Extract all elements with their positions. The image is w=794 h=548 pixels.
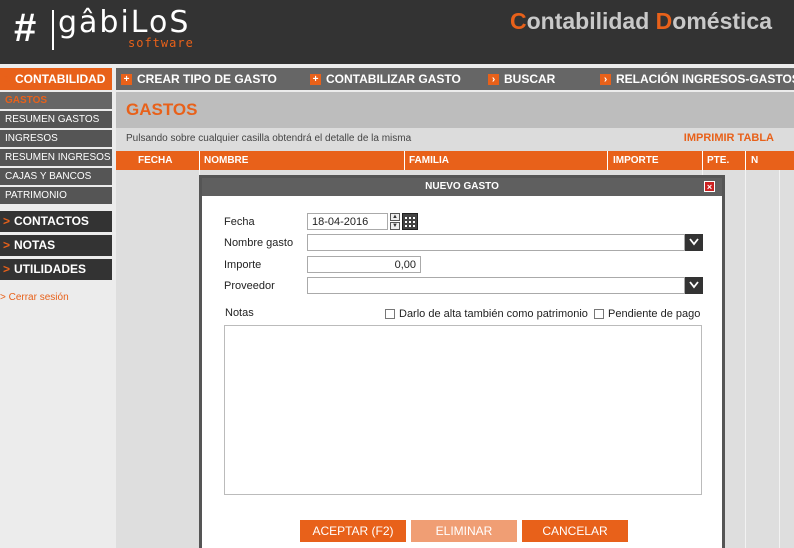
- nombre-gasto-select[interactable]: [307, 234, 685, 251]
- plus-icon: +: [121, 73, 132, 85]
- sidebar-item-cajas-y-bancos[interactable]: CAJAS Y BANCOS: [0, 168, 112, 185]
- app-title-part-1: ontabilidad: [526, 8, 656, 34]
- app-title-initial-d: D: [655, 8, 673, 34]
- arrow-right-icon: ›: [488, 73, 499, 85]
- chevron-down-icon[interactable]: [685, 234, 703, 251]
- sidebar-section-utilidades[interactable]: > UTILIDADES: [0, 259, 112, 280]
- chevron-right-icon: >: [4, 72, 12, 86]
- column-header-n[interactable]: N: [747, 151, 758, 170]
- column-header-familia[interactable]: FAMILIA: [405, 151, 449, 170]
- column-divider: [745, 151, 746, 170]
- sidebar-item-gastos[interactable]: GASTOS: [0, 92, 112, 109]
- chevron-right-icon: >: [3, 238, 11, 252]
- dialog-title[interactable]: NUEVO GASTO ×: [202, 178, 722, 196]
- app-title-part-2: oméstica: [672, 8, 772, 34]
- column-header-pte[interactable]: PTE.: [703, 151, 729, 170]
- column-header-importe[interactable]: IMPORTE: [609, 151, 659, 170]
- importe-label: Importe: [224, 259, 262, 271]
- sidebar-section-label: UTILIDADES: [14, 262, 87, 276]
- arrow-right-icon: ›: [600, 73, 611, 85]
- app-title: Contabilidad Doméstica: [510, 8, 772, 35]
- app-header: # gâbiLoS software Contabilidad Doméstic…: [0, 0, 794, 64]
- column-divider: [607, 151, 608, 170]
- plus-icon: +: [310, 73, 321, 85]
- app-title-initial-c: C: [509, 8, 527, 34]
- sidebar-section-notas[interactable]: > NOTAS: [0, 235, 112, 256]
- nav-relacion-label: RELACIÓN INGRESOS-GASTOS: [616, 72, 794, 86]
- print-table-link[interactable]: IMPRIMIR TABLA: [684, 132, 774, 144]
- importe-field[interactable]: [307, 256, 421, 273]
- dialog-title-text: NUEVO GASTO: [425, 181, 499, 192]
- notas-label: Notas: [225, 307, 254, 319]
- nav-contabilizar-gasto[interactable]: + CONTABILIZAR GASTO: [310, 68, 461, 90]
- stepper-up-icon[interactable]: ▲: [390, 213, 400, 221]
- accept-button[interactable]: ACEPTAR (F2): [300, 520, 406, 542]
- nav-crear-tipo-gasto[interactable]: + CREAR TIPO DE GASTO: [121, 68, 277, 90]
- logo-hash: #: [14, 6, 37, 50]
- pendiente-checkbox-row[interactable]: Pendiente de pago: [594, 308, 700, 320]
- patrimonio-checkbox-label: Darlo de alta también como patrimonio: [399, 308, 588, 320]
- nav-contabilidad[interactable]: > CONTABILIDAD: [0, 68, 112, 90]
- patrimonio-checkbox[interactable]: [385, 309, 395, 319]
- date-stepper[interactable]: ▲ ▼: [390, 213, 400, 230]
- info-text: Pulsando sobre cualquier casilla obtendr…: [126, 133, 412, 144]
- chevron-down-icon[interactable]: [685, 277, 703, 294]
- cancel-button[interactable]: CANCELAR: [522, 520, 628, 542]
- logo-subtitle: software: [128, 36, 194, 50]
- delete-button[interactable]: ELIMINAR: [411, 520, 517, 542]
- sidebar-item-resumen-gastos[interactable]: RESUMEN GASTOS: [0, 111, 112, 128]
- nav-relacion-ingresos-gastos[interactable]: › RELACIÓN INGRESOS-GASTOS: [600, 68, 794, 90]
- chevron-right-icon: >: [3, 262, 11, 276]
- column-header-fecha[interactable]: FECHA: [134, 151, 172, 170]
- logo-name: gâbiLoS: [58, 5, 191, 40]
- calendar-icon[interactable]: [402, 213, 418, 230]
- sidebar-section-contactos[interactable]: > CONTACTOS: [0, 211, 112, 232]
- sidebar: GASTOS RESUMEN GASTOS INGRESOS RESUMEN I…: [0, 92, 112, 283]
- logo-divider: [52, 10, 54, 50]
- column-line: [745, 170, 746, 548]
- nav-separator: [112, 68, 116, 90]
- logout-link[interactable]: > Cerrar sesión: [0, 292, 69, 303]
- nav-buscar[interactable]: › BUSCAR: [488, 68, 555, 90]
- sidebar-item-resumen-ingresos[interactable]: RESUMEN INGRESOS: [0, 149, 112, 166]
- sidebar-item-ingresos[interactable]: INGRESOS: [0, 130, 112, 147]
- close-icon[interactable]: ×: [704, 181, 715, 192]
- fecha-label: Fecha: [224, 216, 255, 228]
- chevron-right-icon: >: [3, 214, 11, 228]
- sidebar-section-label: NOTAS: [14, 238, 56, 252]
- column-line: [779, 170, 780, 548]
- nav-contabilidad-label: CONTABILIDAD: [15, 72, 106, 86]
- proveedor-select[interactable]: [307, 277, 685, 294]
- pendiente-checkbox[interactable]: [594, 309, 604, 319]
- nav-crear-tipo-gasto-label: CREAR TIPO DE GASTO: [137, 72, 277, 86]
- nav-buscar-label: BUSCAR: [504, 72, 556, 86]
- column-header-nombre[interactable]: NOMBRE: [200, 151, 248, 170]
- proveedor-label: Proveedor: [224, 280, 275, 292]
- patrimonio-checkbox-row[interactable]: Darlo de alta también como patrimonio: [385, 308, 588, 320]
- nombre-gasto-label: Nombre gasto: [224, 237, 294, 249]
- new-expense-dialog: NUEVO GASTO × Fecha ▲ ▼ Nombre gasto Imp…: [199, 175, 725, 548]
- stepper-down-icon[interactable]: ▼: [390, 222, 400, 230]
- sidebar-item-patrimonio[interactable]: PATRIMONIO: [0, 187, 112, 204]
- pendiente-checkbox-label: Pendiente de pago: [608, 308, 701, 320]
- page-title: GASTOS: [116, 92, 794, 128]
- sidebar-section-label: CONTACTOS: [14, 214, 89, 228]
- notas-textarea[interactable]: [224, 325, 702, 495]
- nav-contabilizar-gasto-label: CONTABILIZAR GASTO: [326, 72, 461, 86]
- fecha-field[interactable]: [307, 213, 388, 230]
